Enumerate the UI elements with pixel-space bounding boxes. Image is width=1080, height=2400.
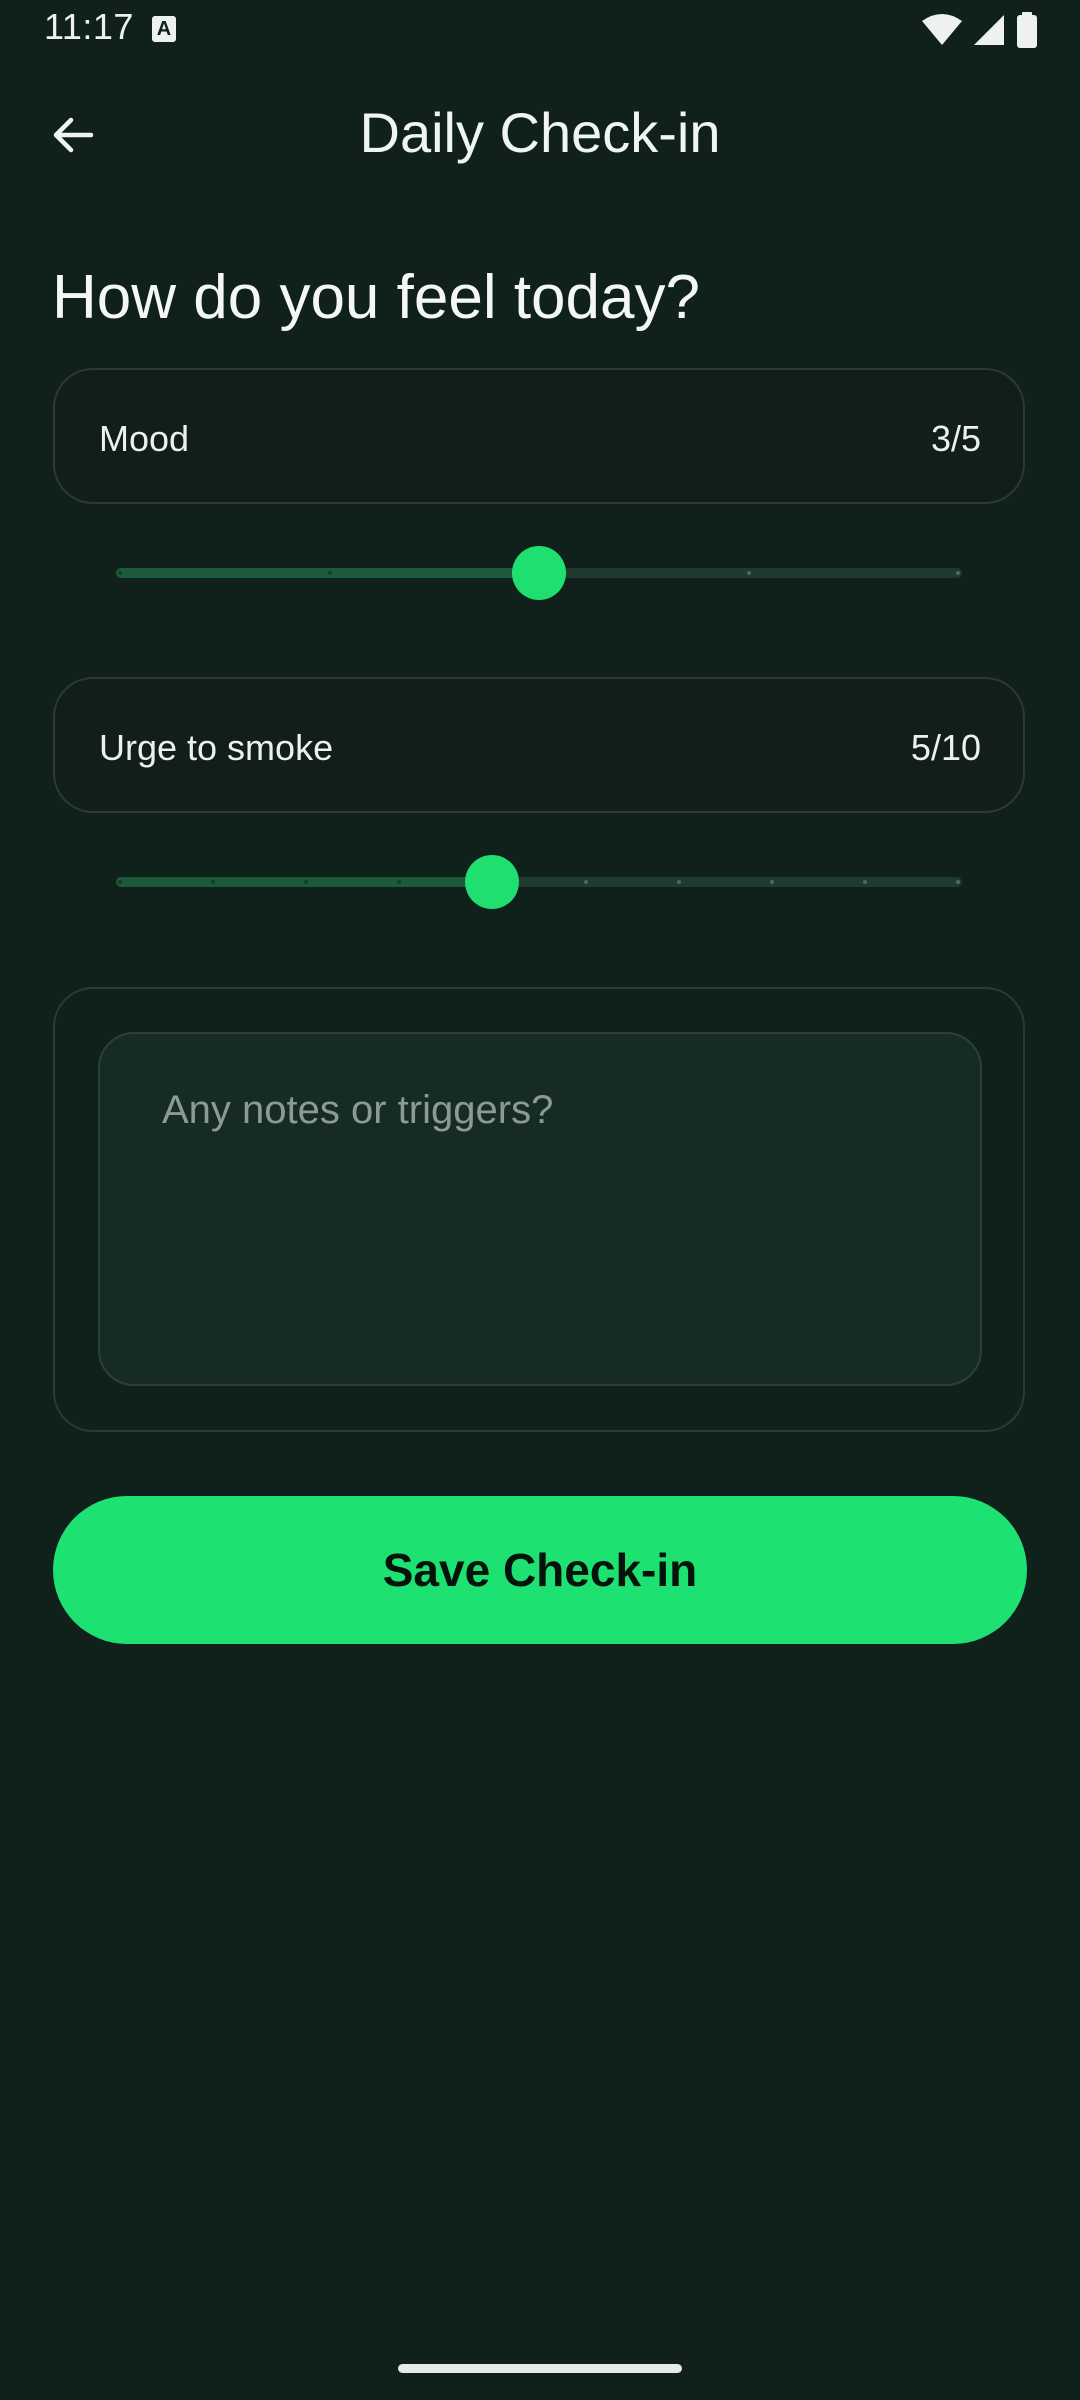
slider-tick (769, 880, 774, 884)
status-bar: 11:17 A (0, 0, 1080, 62)
mood-slider[interactable] (116, 542, 962, 602)
slider-tick (327, 571, 332, 575)
slider-tick (118, 880, 122, 884)
urge-label: Urge to smoke (99, 727, 334, 768)
battery-icon (1017, 12, 1037, 48)
urge-slider[interactable] (116, 851, 962, 911)
a-badge-icon: A (152, 16, 176, 42)
save-check-in-button[interactable]: Save Check-in (53, 1496, 1027, 1644)
status-time: 11:17 (44, 6, 134, 47)
mood-label: Mood (99, 418, 190, 459)
wifi-icon (922, 14, 962, 45)
slider-tick (118, 571, 122, 575)
page-title: Daily Check-in (359, 101, 721, 164)
urge-card: Urge to smoke 5/10 (53, 677, 1025, 813)
slider-tick (746, 571, 751, 575)
urge-value: 5/10 (910, 727, 981, 768)
slider-tick (956, 571, 960, 575)
mood-slider-thumb[interactable] (512, 546, 566, 600)
status-icons (922, 12, 1038, 48)
notes-input[interactable] (100, 1034, 980, 1384)
question-heading: How do you feel today? (52, 263, 700, 332)
slider-tick (862, 880, 867, 884)
home-indicator[interactable] (398, 2364, 682, 2373)
urge-slider-thumb[interactable] (465, 855, 520, 909)
slider-tick (676, 880, 681, 884)
mood-card: Mood 3/5 (53, 368, 1025, 504)
notes-card (53, 987, 1025, 1432)
slider-tick (956, 880, 960, 884)
mood-value: 3/5 (930, 418, 981, 459)
slider-tick (583, 880, 588, 884)
notes-input-container (98, 1032, 982, 1386)
cell-signal-icon (974, 15, 1004, 45)
